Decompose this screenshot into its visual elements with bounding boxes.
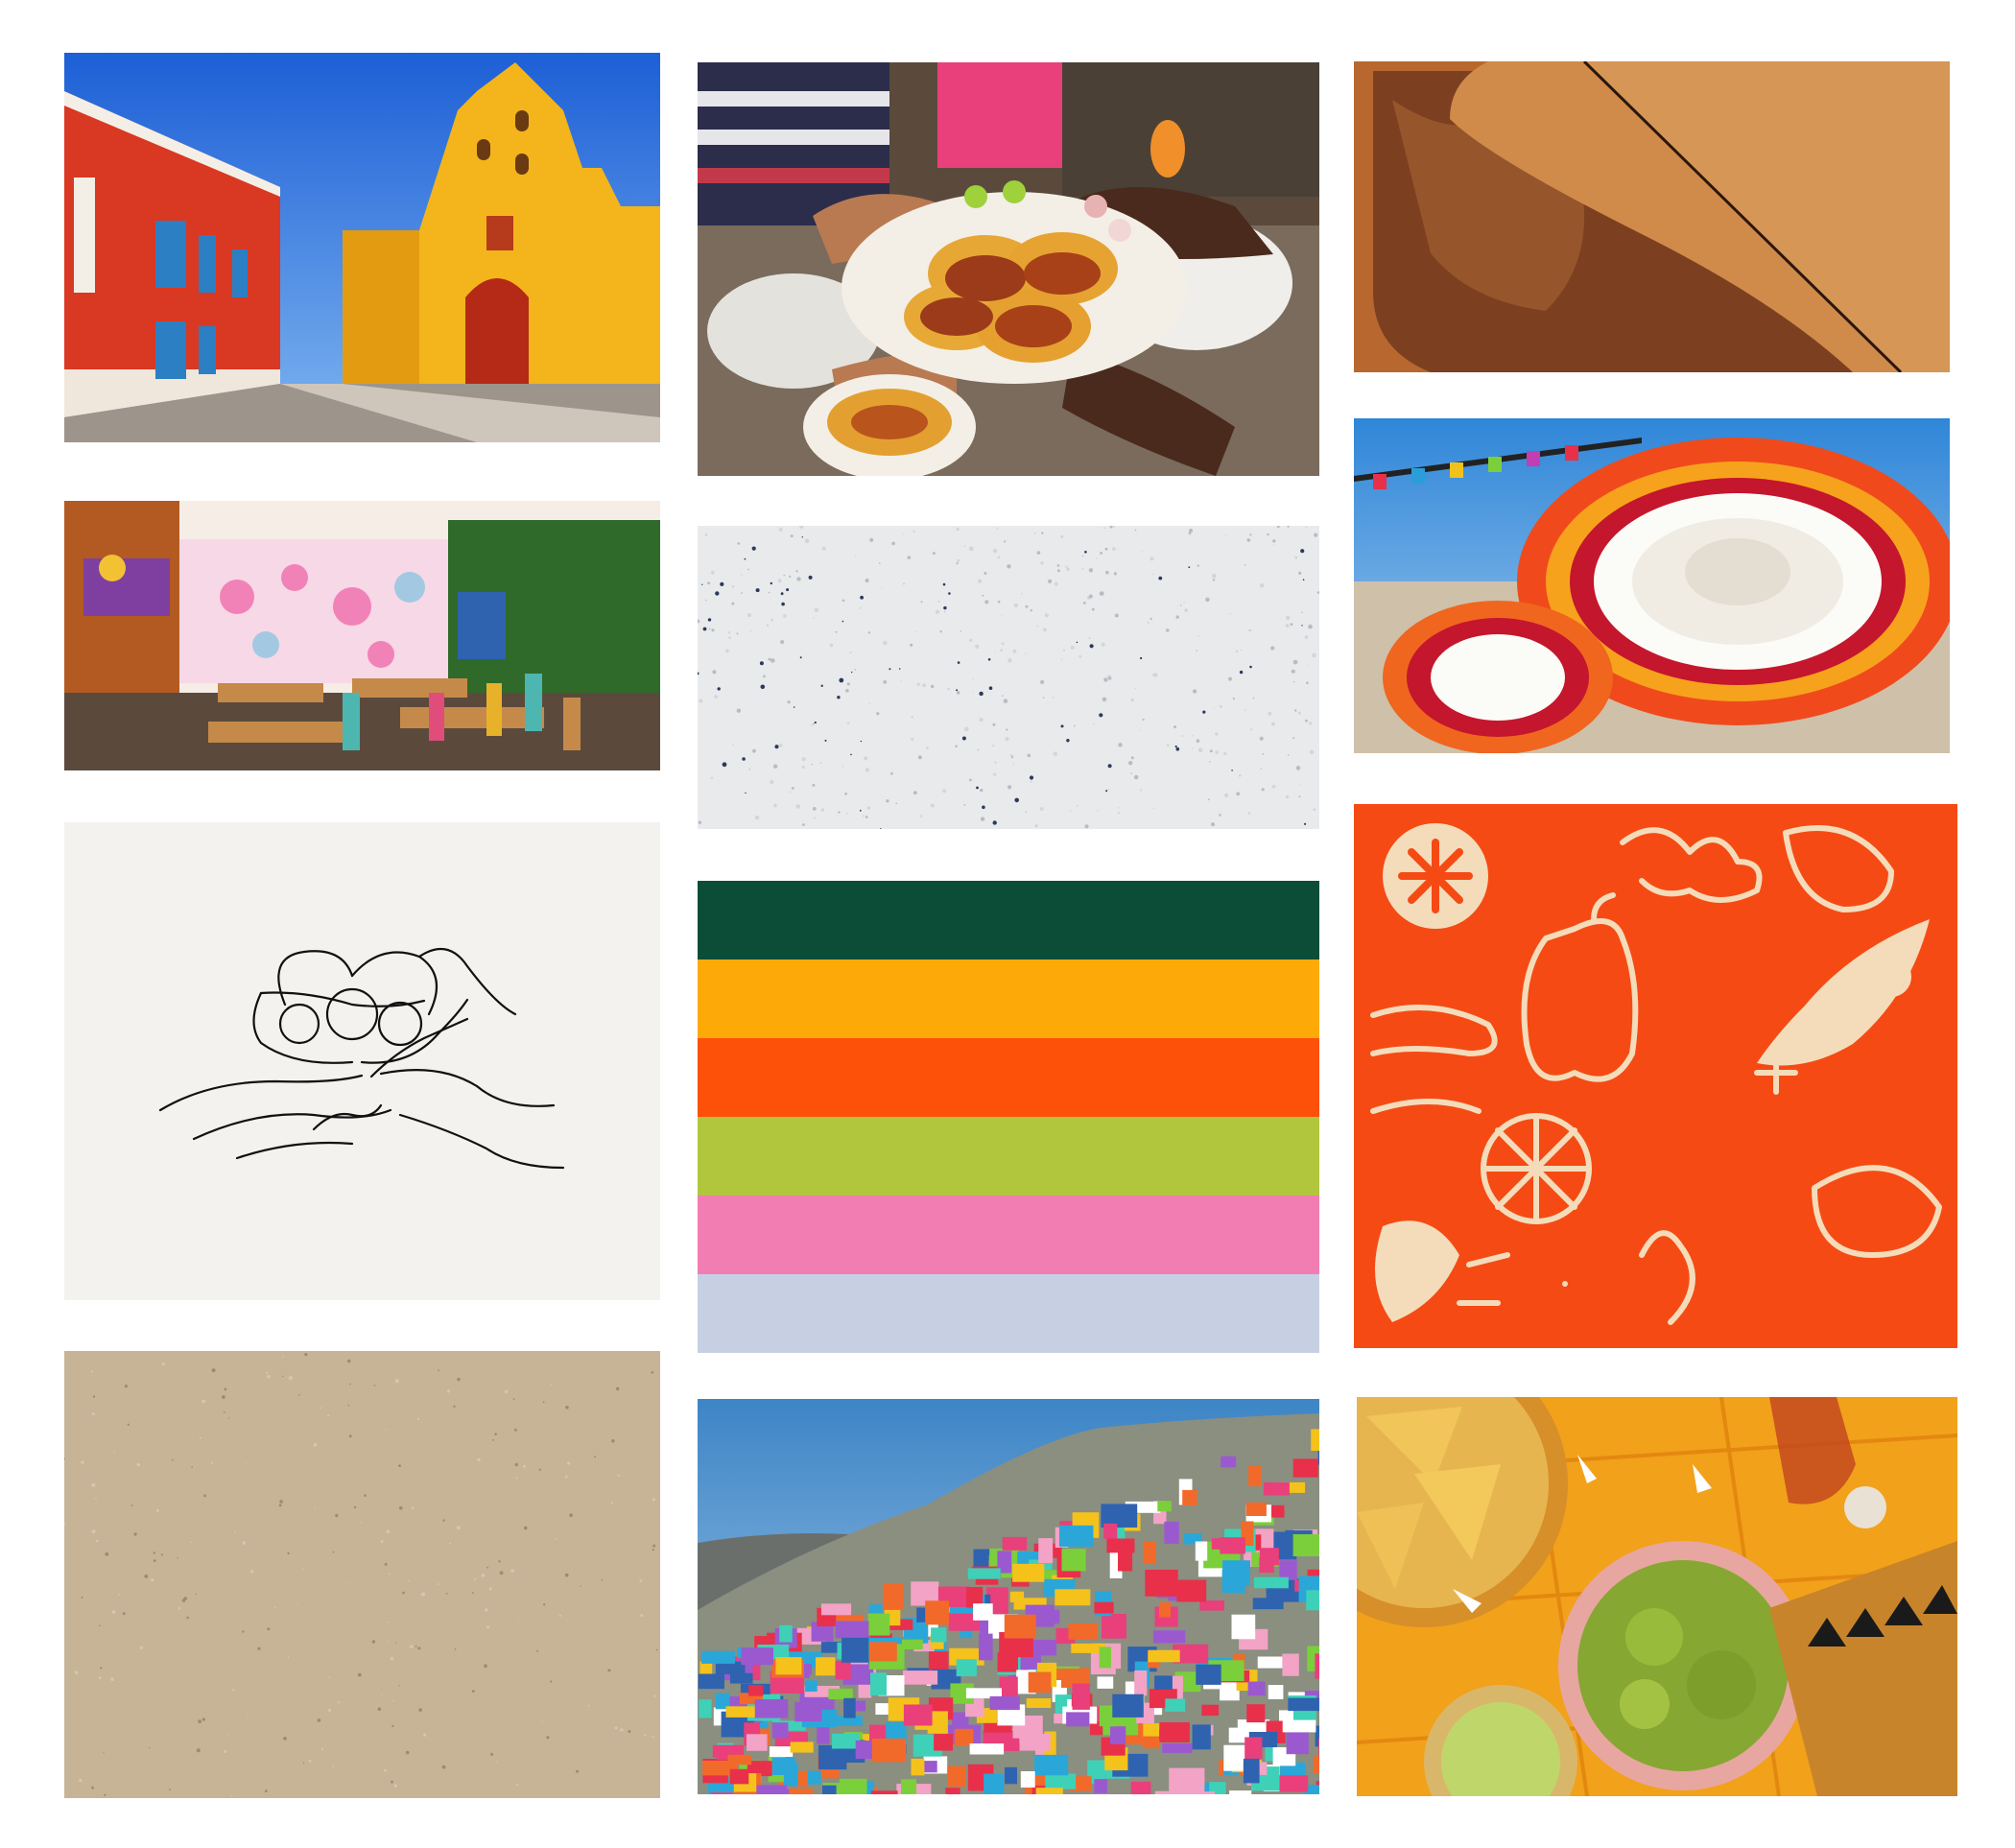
color-palette-stripes bbox=[698, 881, 1319, 1353]
leather-image bbox=[1354, 61, 1950, 372]
guacamole-image bbox=[1357, 1397, 1957, 1796]
folklorico-dancers-photo bbox=[1354, 418, 1950, 753]
paper-texture-image bbox=[698, 526, 1319, 829]
kraft-paper-texture bbox=[64, 1351, 660, 1798]
colorful-hillside-houses-photo bbox=[698, 1399, 1319, 1794]
yellow-church-street-photo bbox=[64, 53, 660, 442]
church-street-image bbox=[64, 53, 660, 442]
tacos-shared-hands-photo bbox=[698, 62, 1319, 476]
line-drawing-image bbox=[64, 822, 660, 1300]
palette-swatch-4 bbox=[698, 1117, 1319, 1196]
speckled-paper-texture bbox=[698, 526, 1319, 829]
kraft-texture-image bbox=[64, 1351, 660, 1798]
palette-swatch-3 bbox=[698, 1038, 1319, 1117]
hands-bread-basket-illustration bbox=[64, 822, 660, 1300]
tacos-image bbox=[698, 62, 1319, 476]
hillside-image bbox=[698, 1399, 1319, 1794]
palette-swatch-5 bbox=[698, 1196, 1319, 1274]
palette-swatch-6 bbox=[698, 1274, 1319, 1353]
pattern-image bbox=[1354, 804, 1957, 1348]
vegetable-pattern-illustration bbox=[1354, 804, 1957, 1348]
guacamole-chips-photo bbox=[1357, 1397, 1957, 1796]
leather-swatches-photo bbox=[1354, 61, 1950, 372]
patio-image bbox=[64, 501, 660, 770]
dancer-image bbox=[1354, 418, 1950, 753]
palette-swatch-2 bbox=[698, 960, 1319, 1038]
palette-stripes bbox=[698, 881, 1319, 1353]
palette-swatch-1 bbox=[698, 881, 1319, 960]
patio-mural-restaurant-photo bbox=[64, 501, 660, 770]
